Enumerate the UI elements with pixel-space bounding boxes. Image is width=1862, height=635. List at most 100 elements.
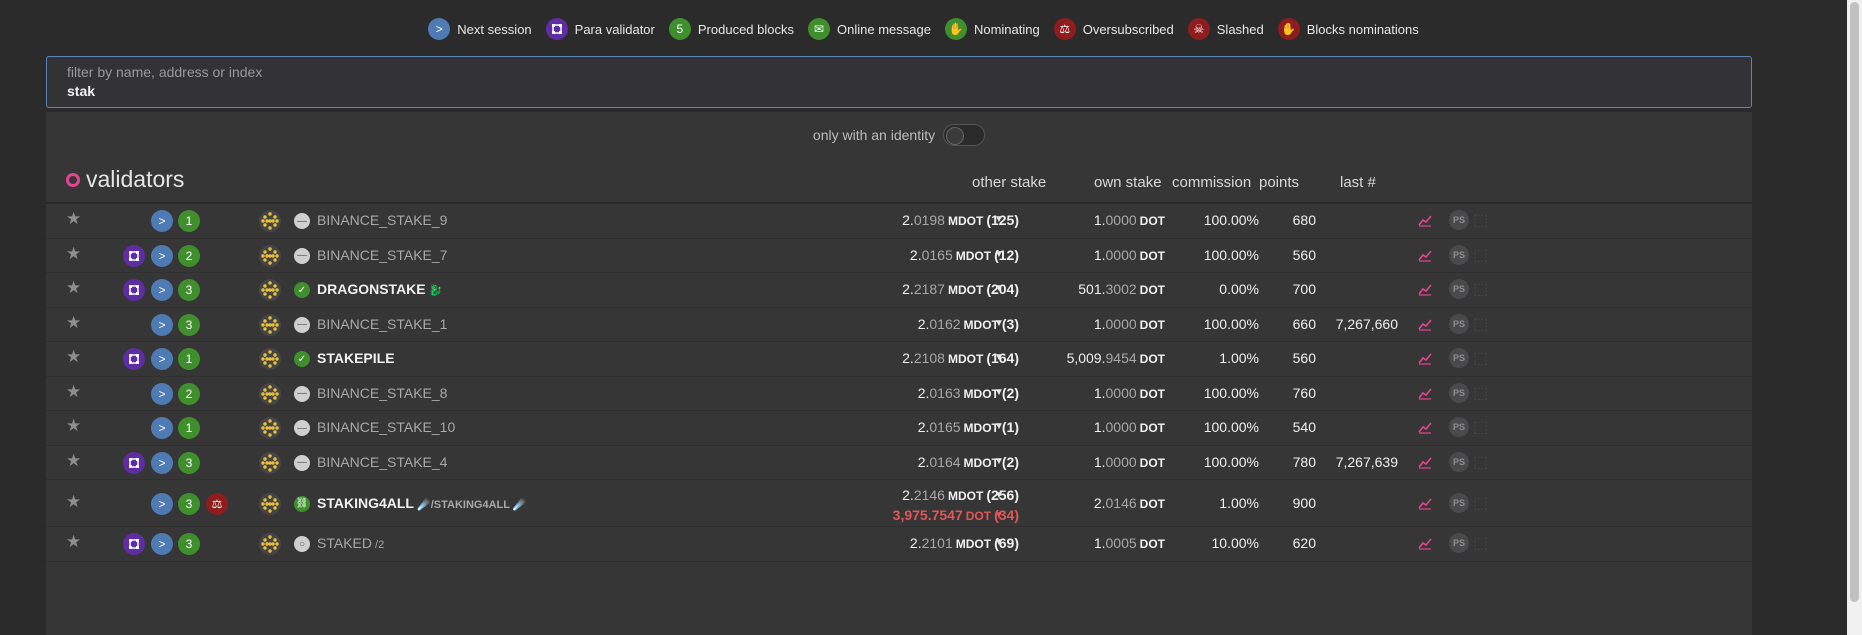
produced-blocks-badge: 3 bbox=[178, 492, 200, 515]
favorite-star-icon[interactable]: ★ bbox=[66, 313, 81, 333]
polkastats-icon[interactable]: PS bbox=[1449, 417, 1469, 438]
polkastats-icon[interactable]: PS bbox=[1449, 210, 1469, 231]
commission-value: 1.00% bbox=[1219, 494, 1259, 511]
favorite-star-icon[interactable]: ★ bbox=[66, 492, 81, 512]
validator-name-text[interactable]: BINANCE_STAKE_7 bbox=[317, 247, 447, 263]
validator-name[interactable]: BINANCE_STAKE_4 bbox=[317, 454, 447, 470]
favorite-star-icon[interactable]: ★ bbox=[66, 451, 81, 471]
identity-status-icon: ○ bbox=[294, 536, 310, 553]
identicon[interactable] bbox=[259, 533, 281, 556]
col-other-stake: other stake bbox=[972, 174, 1047, 191]
subscan-icon[interactable]: ⬚ bbox=[1473, 348, 1488, 368]
validator-name-text[interactable]: BINANCE_STAKE_10 bbox=[317, 419, 455, 435]
subscan-icon[interactable]: ⬚ bbox=[1473, 533, 1488, 553]
subscan-icon[interactable]: ⬚ bbox=[1473, 383, 1488, 403]
chart-icon[interactable] bbox=[1418, 496, 1432, 513]
next-session-icon: > bbox=[151, 210, 173, 233]
filter-value[interactable]: stak bbox=[67, 83, 1731, 99]
validator-name[interactable]: BINANCE_STAKE_1 bbox=[317, 316, 447, 332]
stake-unit: DOT bbox=[1139, 352, 1165, 367]
identity-status-icon: — bbox=[294, 316, 310, 333]
expand-caret-icon[interactable]: ▼ bbox=[994, 421, 1004, 432]
identicon[interactable] bbox=[259, 451, 281, 474]
identicon[interactable] bbox=[259, 210, 281, 233]
polkastats-icon[interactable]: PS bbox=[1449, 279, 1469, 300]
chart-icon[interactable] bbox=[1418, 248, 1432, 265]
favorite-star-icon[interactable]: ★ bbox=[66, 382, 81, 402]
expand-caret-icon[interactable]: ▼ bbox=[994, 510, 1004, 521]
chart-icon[interactable] bbox=[1418, 351, 1432, 368]
favorite-star-icon[interactable]: ★ bbox=[66, 244, 81, 264]
subscan-icon[interactable]: ⬚ bbox=[1473, 417, 1488, 437]
validator-name-text[interactable]: BINANCE_STAKE_1 bbox=[317, 316, 447, 332]
validator-name[interactable]: BINANCE_STAKE_9 bbox=[317, 212, 447, 228]
validator-name[interactable]: DRAGONSTAKE 🐉 bbox=[317, 281, 442, 297]
favorite-star-icon[interactable]: ★ bbox=[66, 532, 81, 552]
identity-toggle[interactable] bbox=[943, 124, 986, 146]
expand-caret-icon[interactable]: ▼ bbox=[994, 456, 1004, 467]
favorite-star-icon[interactable]: ★ bbox=[66, 347, 81, 367]
identicon[interactable] bbox=[259, 244, 281, 267]
chart-icon[interactable] bbox=[1418, 536, 1432, 553]
identicon[interactable] bbox=[259, 492, 281, 515]
subscan-icon[interactable]: ⬚ bbox=[1473, 279, 1488, 299]
expand-caret-icon[interactable]: ▼ bbox=[994, 214, 1004, 225]
validator-name-text[interactable]: BINANCE_STAKE_9 bbox=[317, 212, 447, 228]
table-row: ★ >3— BINANCE_STAKE_1 2.0162 MDOT (3) ▼ 1.0000 D… bbox=[46, 308, 1752, 342]
own-stake: 2.0146 DOT bbox=[1094, 495, 1165, 511]
filter-input[interactable]: filter by name, address or index stak bbox=[46, 56, 1752, 108]
expand-caret-icon[interactable]: ▼ bbox=[994, 490, 1004, 501]
expand-caret-icon[interactable]: ▼ bbox=[994, 318, 1004, 329]
polkastats-icon[interactable]: PS bbox=[1449, 451, 1469, 472]
validator-name[interactable]: STAKEPILE bbox=[317, 350, 395, 366]
chart-icon[interactable] bbox=[1418, 317, 1432, 334]
identicon[interactable] bbox=[259, 279, 281, 302]
validator-name[interactable]: STAKING4ALL ☄️/STAKING4ALL ☄️ bbox=[317, 495, 527, 511]
validator-name[interactable]: STAKED /2 bbox=[317, 535, 384, 551]
favorite-star-icon[interactable]: ★ bbox=[66, 278, 81, 298]
validator-name[interactable]: BINANCE_STAKE_10 bbox=[317, 419, 455, 435]
expand-caret-icon[interactable]: ▼ bbox=[994, 249, 1004, 260]
subscan-icon[interactable]: ⬚ bbox=[1473, 314, 1488, 334]
polkastats-icon[interactable]: PS bbox=[1449, 382, 1469, 403]
chart-icon[interactable] bbox=[1418, 282, 1432, 299]
para-validator-icon bbox=[123, 451, 145, 474]
subscan-icon[interactable]: ⬚ bbox=[1473, 452, 1488, 472]
expand-caret-icon[interactable]: ▼ bbox=[994, 283, 1004, 294]
expand-caret-icon[interactable]: ▼ bbox=[994, 537, 1004, 548]
table-row: ★ >1— BINANCE_STAKE_10 2.0165 MDOT (1) ▼ 1.0000… bbox=[46, 411, 1752, 446]
favorite-star-icon[interactable]: ★ bbox=[66, 416, 81, 436]
validator-name[interactable]: BINANCE_STAKE_7 bbox=[317, 247, 447, 263]
polkastats-icon[interactable]: PS bbox=[1449, 244, 1469, 265]
identicon[interactable] bbox=[259, 348, 281, 371]
scrollbar-thumb[interactable] bbox=[1850, 2, 1859, 602]
validator-name-text[interactable]: STAKING4ALL bbox=[317, 495, 414, 511]
subscan-icon[interactable]: ⬚ bbox=[1473, 245, 1488, 265]
favorite-star-icon[interactable]: ★ bbox=[66, 209, 81, 229]
chart-icon[interactable] bbox=[1418, 213, 1432, 230]
validator-name-text[interactable]: DRAGONSTAKE bbox=[317, 281, 426, 297]
validator-name-text[interactable]: BINANCE_STAKE_4 bbox=[317, 454, 447, 470]
chart-icon[interactable] bbox=[1418, 386, 1432, 403]
identicon[interactable] bbox=[259, 417, 281, 440]
identicon[interactable] bbox=[259, 382, 281, 405]
expand-caret-icon[interactable]: ▼ bbox=[994, 352, 1004, 363]
chart-icon[interactable] bbox=[1418, 455, 1432, 472]
polkastats-icon[interactable]: PS bbox=[1449, 348, 1469, 369]
polkastats-icon[interactable]: PS bbox=[1449, 492, 1469, 513]
validator-name-text[interactable]: STAKED bbox=[317, 535, 372, 551]
table-title: validators bbox=[66, 166, 184, 193]
scrollbar[interactable] bbox=[1847, 0, 1862, 635]
validator-name[interactable]: BINANCE_STAKE_8 bbox=[317, 385, 447, 401]
validator-name-text[interactable]: STAKEPILE bbox=[317, 350, 395, 366]
validator-name-text[interactable]: BINANCE_STAKE_8 bbox=[317, 385, 447, 401]
chart-icon[interactable] bbox=[1418, 420, 1432, 437]
subscan-icon[interactable]: ⬚ bbox=[1473, 210, 1488, 230]
stake-decimal: 0146 bbox=[1105, 494, 1137, 511]
expand-caret-icon[interactable]: ▼ bbox=[994, 387, 1004, 398]
polkastats-icon[interactable]: PS bbox=[1449, 313, 1469, 334]
validator-sub-identity: /2 bbox=[371, 539, 385, 552]
subscan-icon[interactable]: ⬚ bbox=[1473, 493, 1488, 513]
polkastats-icon[interactable]: PS bbox=[1449, 533, 1469, 554]
identicon[interactable] bbox=[259, 313, 281, 336]
